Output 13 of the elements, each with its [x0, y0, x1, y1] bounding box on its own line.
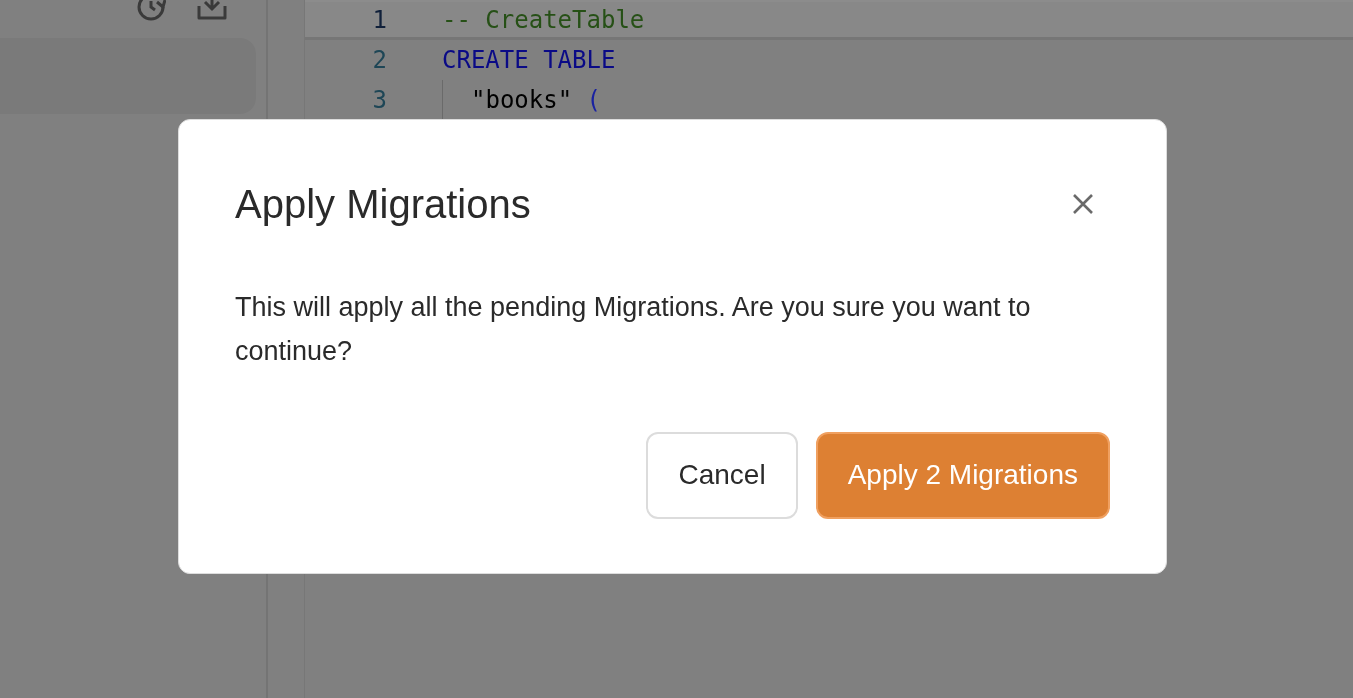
- history-icon[interactable]: [136, 0, 166, 22]
- line-number: 1: [371, 6, 388, 34]
- dialog-title: Apply Migrations: [235, 181, 531, 227]
- code-token: -- CreateTable: [442, 6, 645, 34]
- line-number: 2: [371, 46, 388, 74]
- code-token: "books": [471, 86, 574, 114]
- code-token: CREATE TABLE: [442, 46, 616, 74]
- cancel-button[interactable]: Cancel: [646, 431, 798, 519]
- close-icon[interactable]: [1072, 193, 1094, 215]
- download-icon[interactable]: [196, 0, 228, 22]
- code-token: (: [586, 86, 602, 114]
- line-number: 3: [371, 86, 388, 114]
- dialog-message: This will apply all the pending Migrations. Are you sure you want to continue?: [235, 290, 1032, 368]
